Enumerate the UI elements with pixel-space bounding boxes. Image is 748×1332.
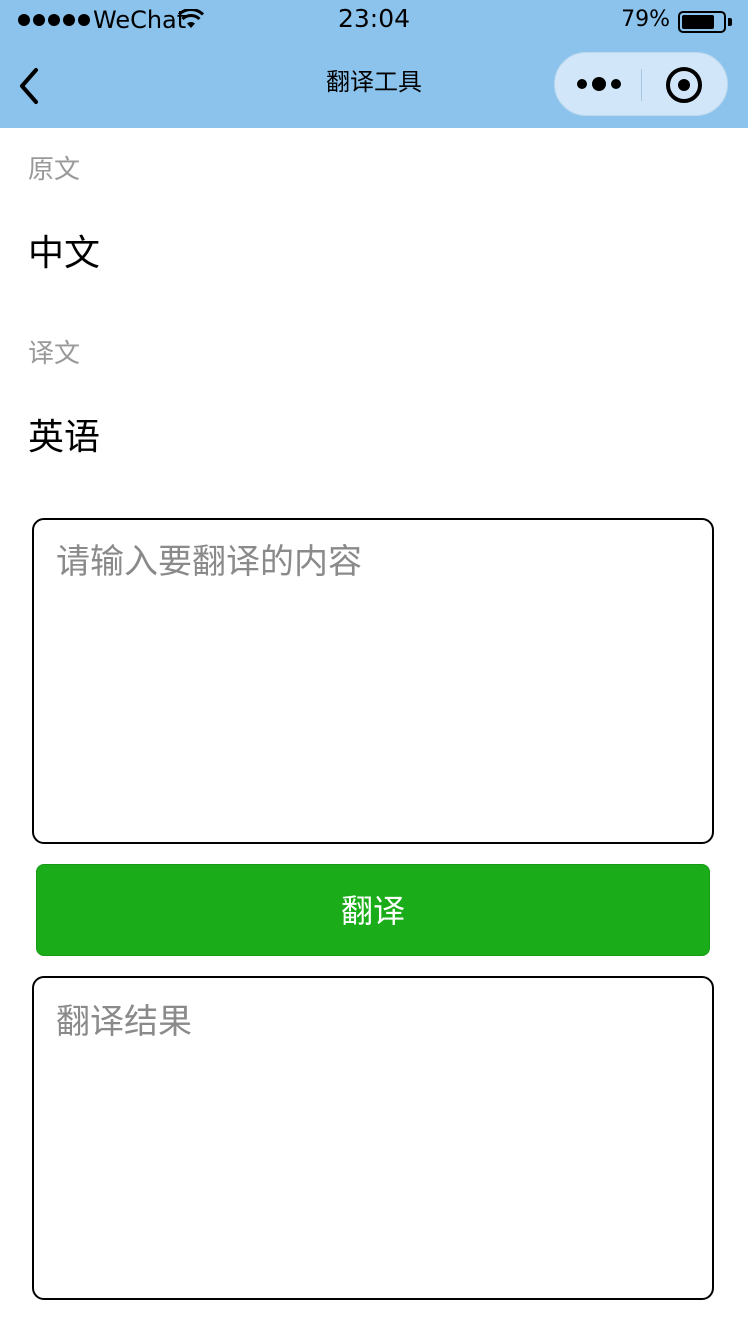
input-placeholder: 请输入要翻译的内容 (56, 542, 362, 582)
more-dots-icon (577, 77, 621, 91)
source-language-picker[interactable]: 中文 (28, 232, 100, 276)
source-language-label: 原文 (28, 155, 81, 185)
more-menu-button[interactable] (555, 53, 641, 115)
status-bar: WeChat 23:04 79% (0, 0, 748, 40)
translation-result-area[interactable]: 翻译结果 (32, 976, 714, 1300)
battery-icon (678, 11, 732, 33)
navigation-header: WeChat 23:04 79% 翻译工具 (0, 0, 748, 128)
target-language-label: 译文 (28, 339, 81, 369)
close-miniprogram-button[interactable] (642, 53, 728, 115)
capsule-menu (554, 52, 728, 116)
result-placeholder: 翻译结果 (56, 1002, 192, 1042)
source-text-input[interactable]: 请输入要翻译的内容 (32, 518, 714, 844)
target-language-picker[interactable]: 英语 (28, 416, 100, 460)
battery-percent: 79% (621, 7, 670, 32)
translate-button[interactable]: 翻译 (36, 864, 710, 956)
target-close-icon (666, 67, 702, 103)
